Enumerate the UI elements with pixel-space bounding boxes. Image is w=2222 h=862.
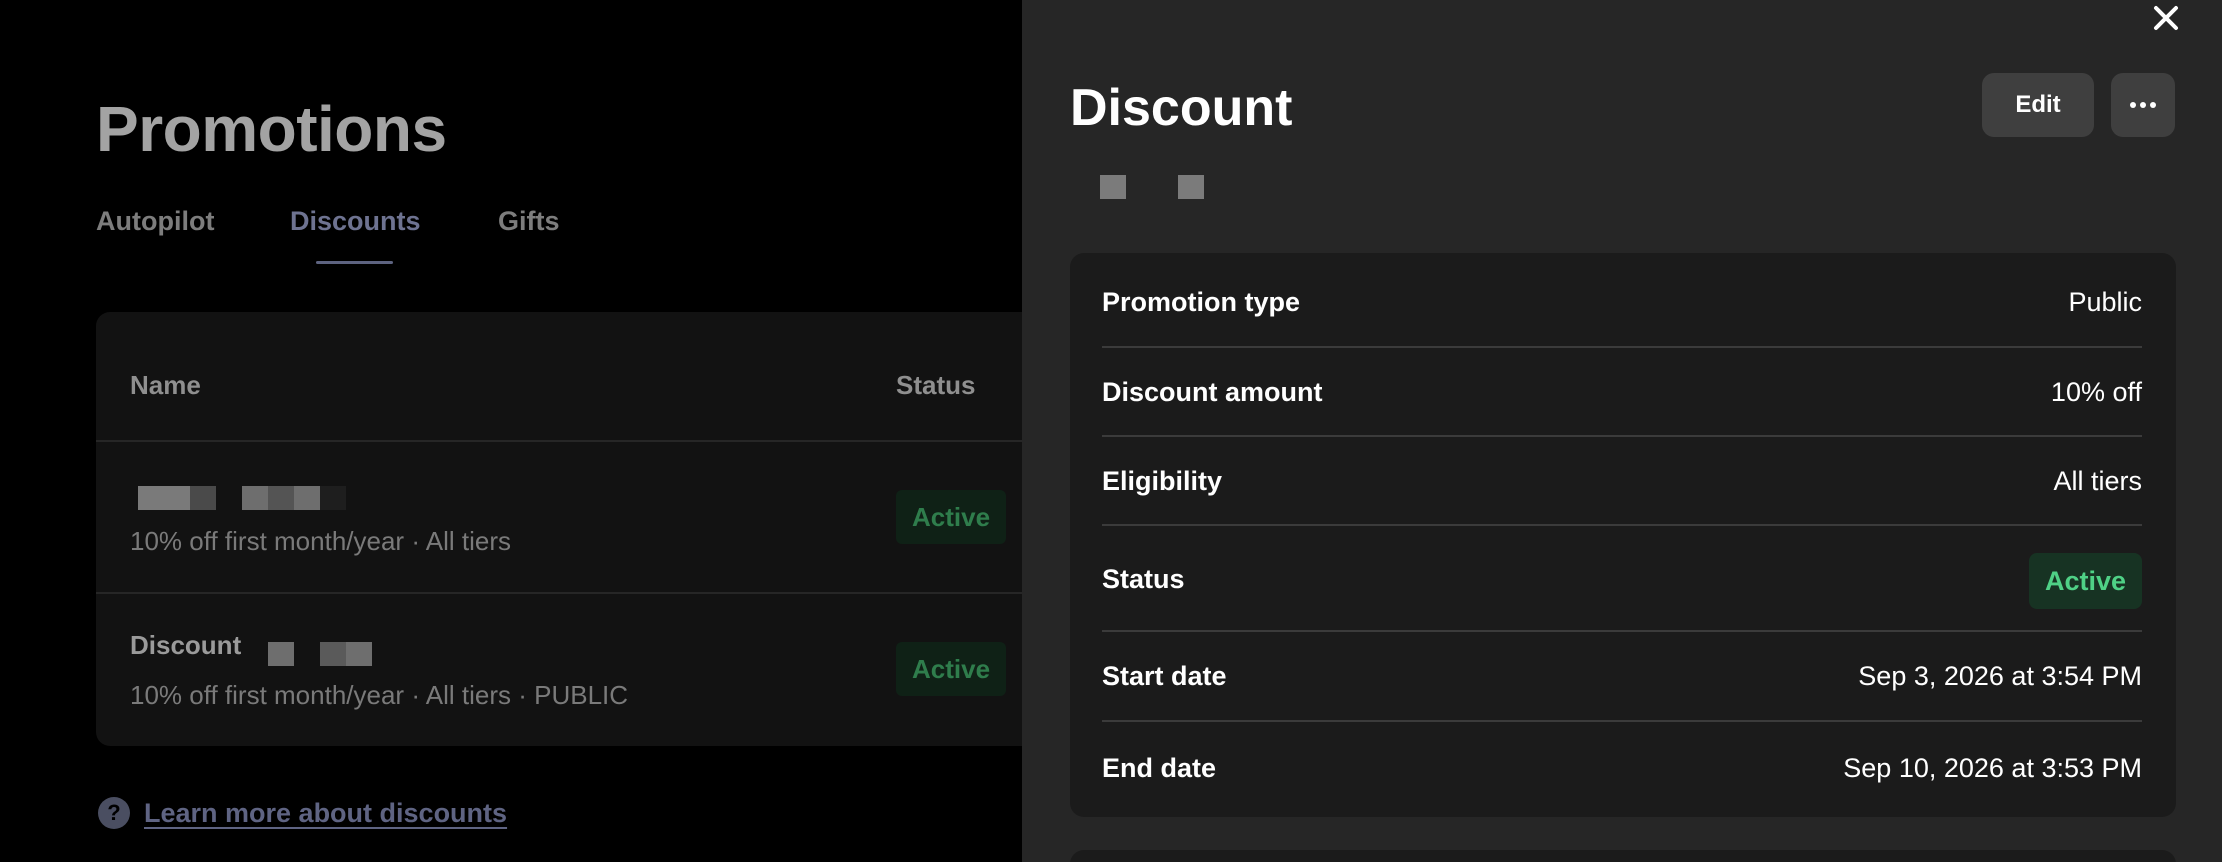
help-icon: ? — [98, 797, 130, 829]
edit-button[interactable]: Edit — [1982, 73, 2094, 137]
redacted-block — [1100, 175, 1126, 199]
promotions-page: Promotions Autopilot Discounts Gifts Nam… — [0, 0, 1022, 862]
more-options-button[interactable] — [2111, 73, 2175, 137]
detail-row-status: Status Active — [1102, 526, 2142, 632]
discounts-table: Name Status 10% off first month/year · A… — [96, 312, 1022, 746]
row-subtitle: 10% off first month/year · All tiers — [130, 526, 511, 556]
detail-row-start-date: Start date Sep 3, 2026 at 3:54 PM — [1102, 632, 2142, 722]
row-subtitle: 10% off first month/year · All tiers · P… — [130, 680, 629, 710]
redacted-name — [268, 642, 378, 666]
table-row[interactable]: 10% off first month/year · All tiers Act… — [96, 440, 1022, 592]
detail-row-eligibility: Eligibility All tiers — [1102, 437, 2142, 526]
row-title: Discount — [130, 630, 242, 660]
discount-drawer: Discount Edit Promotion type Public Disc… — [1022, 0, 2222, 862]
detail-row-end-date: End date Sep 10, 2026 at 3:53 PM — [1102, 753, 2142, 783]
detail-row-discount-amount: Discount amount 10% off — [1102, 348, 2142, 437]
column-header-name: Name — [130, 370, 201, 400]
details-card: Promotion type Public Discount amount 10… — [1070, 253, 2176, 817]
drawer-title: Discount — [1070, 79, 1293, 137]
table-row[interactable]: Discount 10% off first month/year · All … — [96, 592, 1022, 744]
redacted-block — [1178, 175, 1204, 199]
tab-autopilot[interactable]: Autopilot — [96, 206, 214, 237]
column-header-status: Status — [896, 370, 976, 400]
learn-more-link[interactable]: Learn more about discounts — [144, 798, 507, 829]
secondary-card — [1070, 850, 2176, 862]
close-button[interactable] — [2144, 0, 2188, 36]
tab-gifts[interactable]: Gifts — [498, 206, 560, 237]
active-tab-indicator — [316, 261, 393, 264]
more-icon — [2128, 102, 2158, 108]
close-icon — [2154, 6, 2178, 30]
status-badge: Active — [896, 642, 1007, 696]
tab-discounts[interactable]: Discounts — [290, 206, 421, 237]
status-badge: Active — [896, 490, 1007, 544]
tab-bar: Autopilot Discounts Gifts — [96, 206, 796, 266]
page-title: Promotions — [96, 93, 447, 165]
status-badge: Active — [2028, 553, 2142, 609]
detail-row-promotion-type: Promotion type Public — [1102, 253, 2142, 348]
redacted-name — [138, 486, 350, 510]
